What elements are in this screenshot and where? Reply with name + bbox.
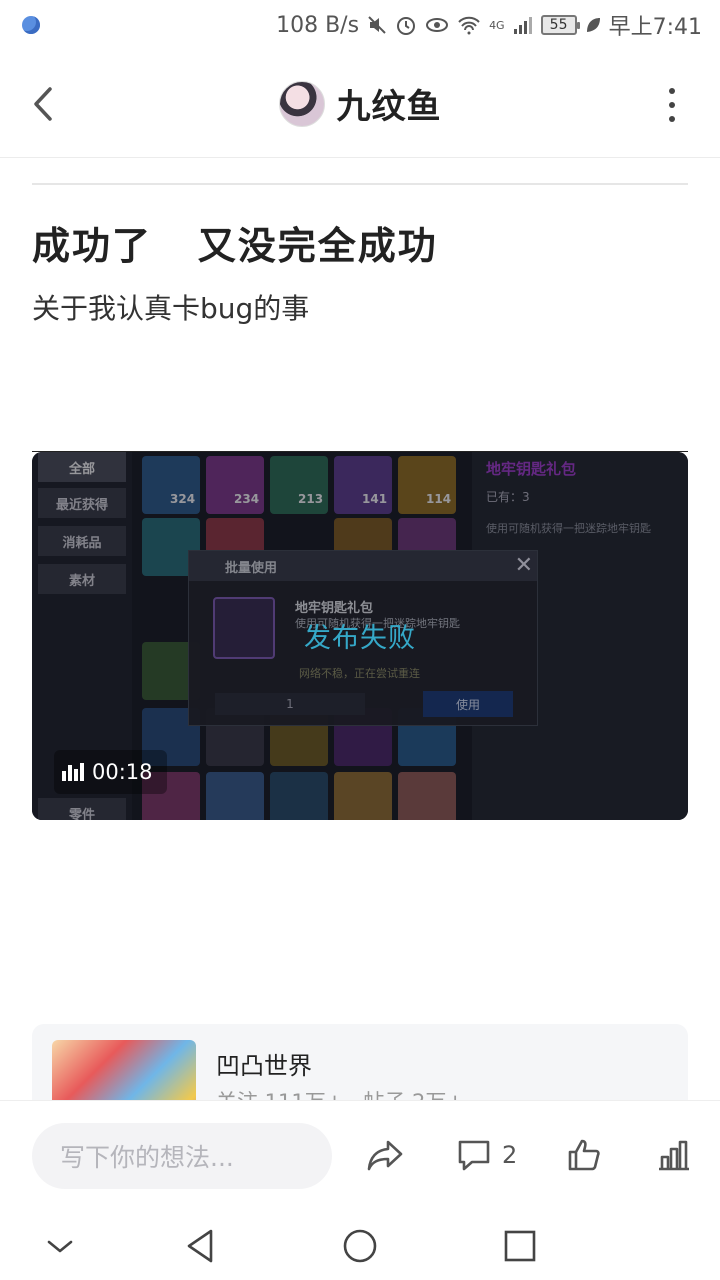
stats-button[interactable] (656, 1131, 692, 1179)
bar-chart-icon (659, 1140, 689, 1171)
system-nav-bar (0, 1210, 720, 1280)
audio-bars-icon (62, 763, 84, 781)
battery-icon: 55 (540, 15, 580, 35)
nav-recents-button[interactable] (498, 1224, 542, 1268)
post-title: 成功了 又没完全成功 (32, 224, 438, 268)
avatar[interactable] (278, 80, 325, 127)
back-arrow-icon (34, 87, 52, 121)
comment-button[interactable]: 2 (456, 1131, 517, 1179)
wifi-icon (457, 15, 481, 35)
comment-input[interactable]: 写下你的想法... (32, 1123, 332, 1189)
back-button[interactable] (30, 84, 60, 124)
more-options-button[interactable] (664, 88, 680, 122)
network-type: 4G (489, 19, 505, 32)
nav-collapse-button[interactable] (38, 1224, 82, 1268)
video-duration-badge: 00:18 (54, 750, 167, 794)
eye-icon (425, 16, 449, 34)
topic-name: 凹凸世界 (216, 1052, 312, 1080)
nav-home-button[interactable] (338, 1224, 382, 1268)
author-name[interactable]: 九纹鱼 (337, 79, 442, 128)
share-button[interactable] (366, 1131, 404, 1179)
signal-icon (513, 15, 533, 35)
video-overlay-message: 发布失败 (304, 623, 416, 654)
nav-back-button[interactable] (178, 1224, 222, 1268)
video-duration: 00:18 (92, 760, 153, 784)
clock: 早上7:41 (608, 15, 702, 40)
share-icon (367, 1140, 403, 1171)
status-right: 108 B/s 4G 55 早上7:41 (276, 9, 702, 41)
like-button[interactable] (566, 1131, 602, 1179)
author-info[interactable]: 九纹鱼 (278, 79, 442, 128)
leaf-icon (585, 16, 601, 34)
app-notification-icon (22, 16, 40, 34)
square-recents-icon (504, 1230, 536, 1262)
chevron-down-icon (47, 1240, 73, 1253)
more-dot-icon (669, 88, 675, 94)
video-player[interactable]: 全部 最近获得 消耗品 素材 零件 324 234 213 141 114 地牢钥匙礼包… (32, 452, 688, 820)
status-bar: 108 B/s 4G 55 早上7:41 (0, 0, 720, 50)
net-speed: 108 B/s (276, 12, 360, 38)
more-dot-icon (669, 116, 675, 122)
mute-icon (367, 15, 387, 35)
comment-icon (458, 1140, 490, 1171)
more-dot-icon (669, 102, 675, 108)
bottom-action-bar: 写下你的想法... 2 (0, 1100, 720, 1210)
thumbs-up-icon (568, 1139, 600, 1171)
post-header: 九纹鱼 (0, 50, 720, 158)
post-body: 关于我认真卡bug的事 (32, 292, 310, 325)
triangle-back-icon (187, 1229, 213, 1263)
circle-home-icon (343, 1229, 377, 1263)
content-divider (32, 183, 688, 185)
comment-count: 2 (502, 1141, 518, 1169)
alarm-icon (395, 14, 417, 36)
